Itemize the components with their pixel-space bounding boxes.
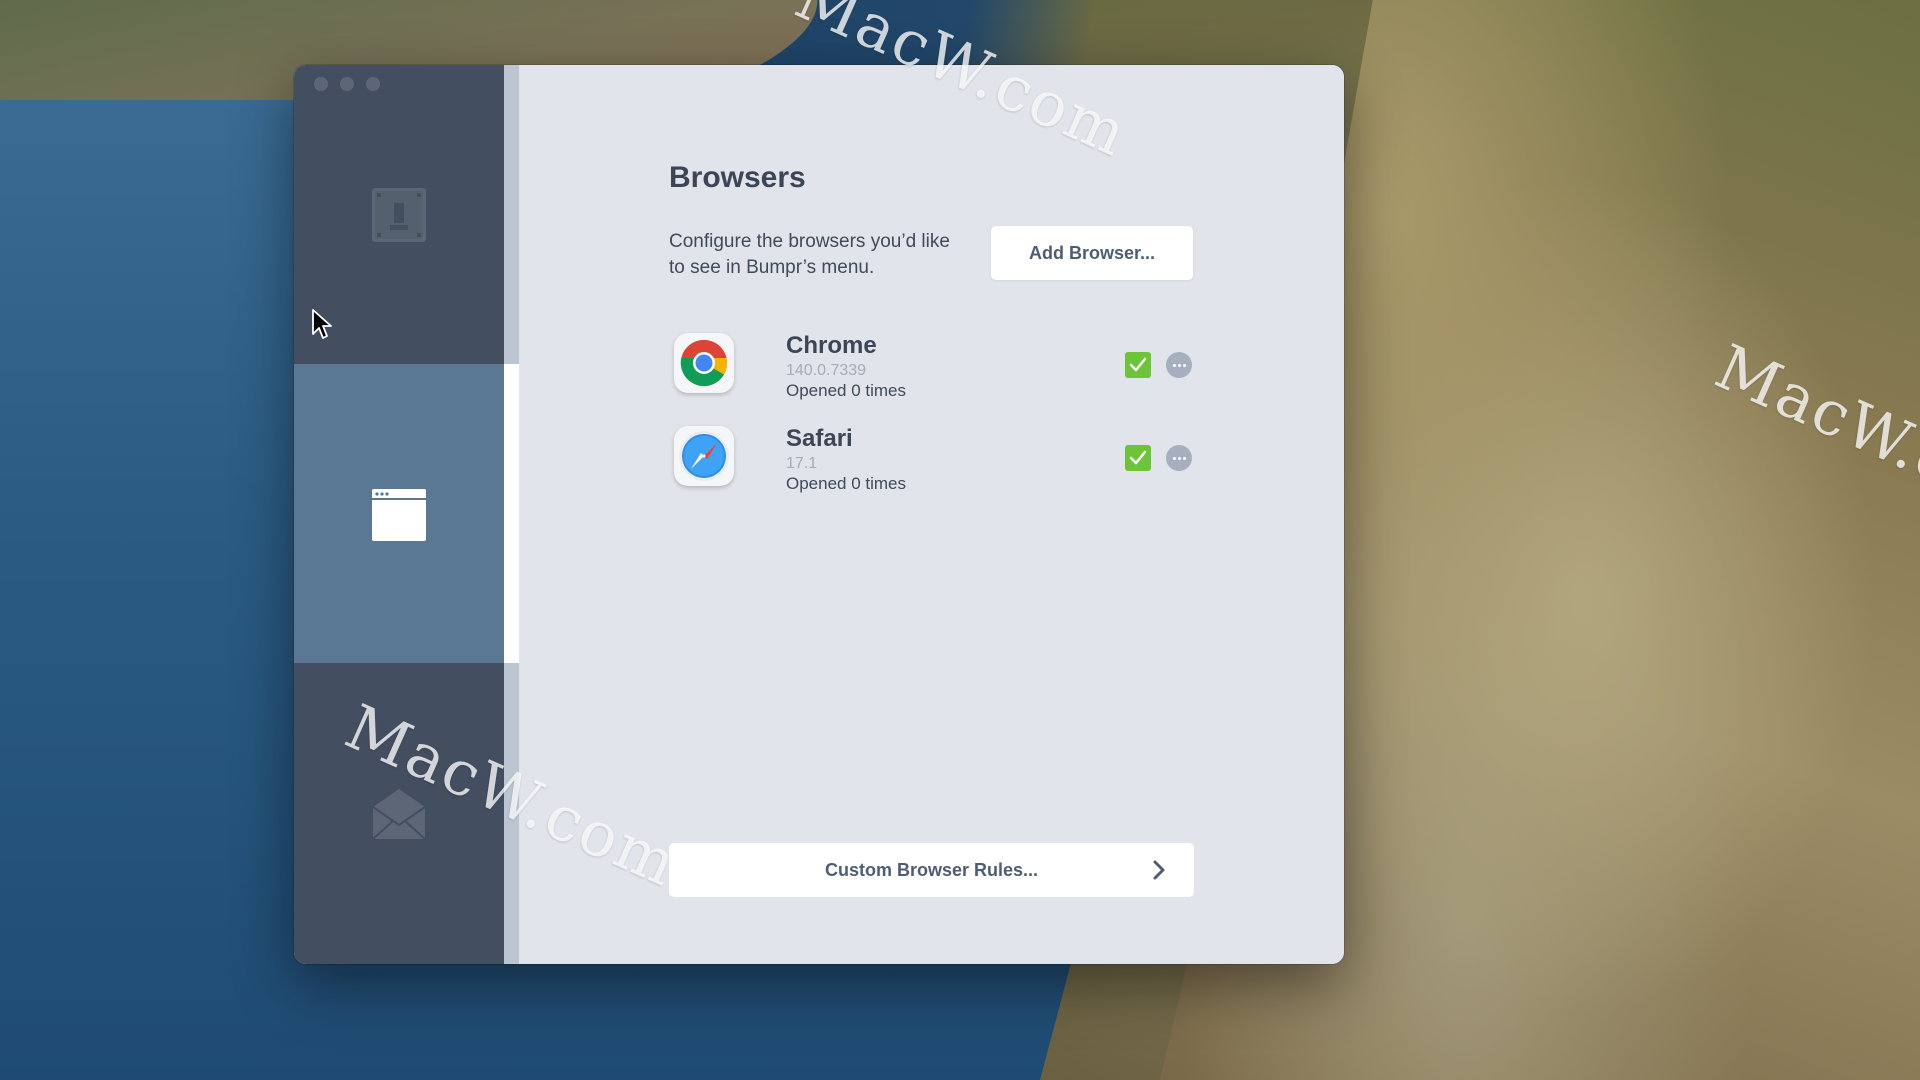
browser-row-chrome: Chrome 140.0.7339 Opened 0 times (669, 327, 1194, 407)
sidebar-selection-strip (504, 65, 519, 964)
custom-browser-rules-label: Custom Browser Rules... (824, 859, 1039, 880)
browsers-pane: Browsers Configure the browsers you’d li… (519, 65, 1344, 964)
browser-version: 17.1 (786, 455, 818, 472)
bumpr-preferences-window: Browsers Configure the browsers you’d li… (294, 65, 1344, 964)
general-settings-icon (372, 187, 426, 242)
browser-name: Safari (786, 425, 853, 452)
ellipsis-icon (1172, 456, 1176, 460)
chevron-right-icon (1153, 860, 1165, 880)
sidebar (294, 65, 504, 964)
active-tab-indicator (504, 364, 519, 663)
add-browser-button[interactable]: Add Browser... (991, 226, 1193, 280)
browser-version: 140.0.7339 (786, 362, 867, 379)
chrome-icon (674, 333, 734, 393)
sidebar-tab-email[interactable] (294, 663, 504, 962)
safari-icon (674, 426, 734, 486)
page-title: Browsers (669, 161, 806, 194)
browser-open-count: Opened 0 times (786, 381, 907, 400)
checkmark-icon (1129, 357, 1147, 372)
enabled-checkbox[interactable] (1125, 445, 1151, 471)
more-options-button[interactable] (1166, 445, 1192, 471)
custom-browser-rules-button[interactable]: Custom Browser Rules... (669, 843, 1194, 897)
browser-row-safari: Safari 17.1 Opened 0 times (669, 420, 1194, 500)
more-options-button[interactable] (1166, 352, 1192, 378)
mail-envelope-icon (372, 788, 426, 840)
browser-open-count: Opened 0 times (786, 474, 907, 493)
browser-window-icon (372, 488, 426, 541)
mouse-pointer-icon (312, 309, 332, 339)
ellipsis-icon (1172, 363, 1176, 367)
page-description: Configure the browsers you’d like to see… (669, 231, 950, 278)
browser-name: Chrome (786, 332, 877, 359)
sidebar-tab-browsers[interactable] (294, 364, 504, 663)
checkmark-icon (1129, 450, 1147, 465)
enabled-checkbox[interactable] (1125, 352, 1151, 378)
